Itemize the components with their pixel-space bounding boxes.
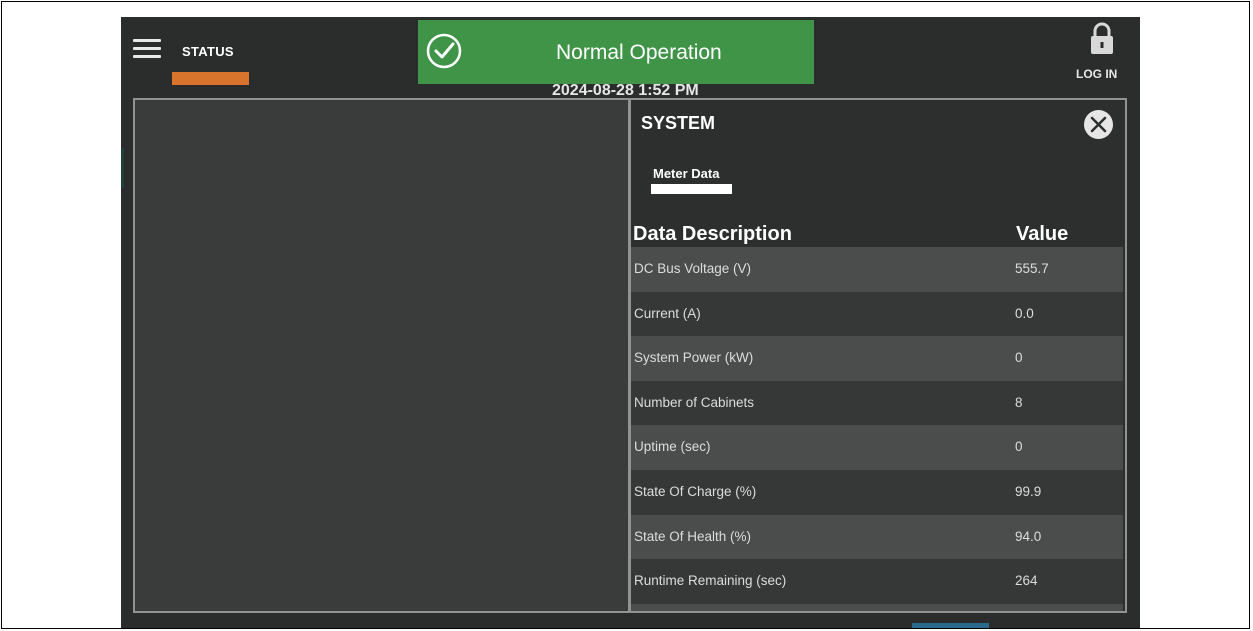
close-icon[interactable] xyxy=(1084,110,1113,139)
table-row: Uptime (sec) 0 xyxy=(631,425,1123,470)
row-description: Runtime Remaining (sec) xyxy=(634,573,787,589)
row-description: DC Bus Voltage (V) xyxy=(634,261,752,276)
row-value: 0.0 xyxy=(1015,305,1034,321)
table-row: State Of Charge (%) 99.9 xyxy=(631,469,1123,515)
datetime-display: 2024-08-28 1:52 PM xyxy=(552,82,699,95)
row-description: Current (A) xyxy=(634,305,701,321)
row-description: Number of Cabinets xyxy=(634,394,755,410)
row-description: State Of Charge (%) xyxy=(634,483,757,499)
tab-meter-data[interactable]: Meter Data xyxy=(653,166,719,181)
left-edge-accent xyxy=(121,148,124,188)
row-value: 94.0 xyxy=(1015,528,1042,544)
left-panel xyxy=(133,98,630,613)
row-value: 0 xyxy=(1015,439,1023,455)
system-panel: SYSTEM Meter Data Data Description Value… xyxy=(629,98,1127,613)
lock-icon[interactable] xyxy=(1089,22,1115,56)
meter-data-table: DC Bus Voltage (V) 555.7 Current (A) 0.0… xyxy=(631,247,1123,611)
hmi-screen: STATUS Normal Operation 2024-08-28 1:52 … xyxy=(121,17,1140,628)
table-row: Number of Cabinets 8 xyxy=(631,380,1123,426)
column-header-value: Value xyxy=(1016,223,1069,245)
status-banner-text: Normal Operation xyxy=(556,41,722,64)
row-value: 264 xyxy=(1015,573,1038,589)
row-value: 8 xyxy=(1015,394,1023,410)
row-description: Uptime (sec) xyxy=(634,439,711,455)
row-value: 99.9 xyxy=(1015,483,1042,499)
figure-frame: STATUS Normal Operation 2024-08-28 1:52 … xyxy=(1,1,1250,629)
tab-active-indicator xyxy=(651,184,732,194)
row-value: 555.7 xyxy=(1015,261,1049,276)
table-row: DC Bus Voltage (V) 555.7 xyxy=(631,247,1123,292)
table-row-partial xyxy=(631,603,1123,611)
table-row: Current (A) 0.0 xyxy=(631,291,1123,337)
panel-title: SYSTEM xyxy=(641,113,716,133)
hamburger-icon[interactable] xyxy=(133,39,161,59)
login-button[interactable]: LOG IN xyxy=(1076,67,1117,81)
row-description: System Power (kW) xyxy=(634,350,754,366)
status-tab-label[interactable]: STATUS xyxy=(182,44,234,59)
check-circle-icon xyxy=(426,33,462,69)
status-tab-indicator xyxy=(172,72,249,85)
column-header-description: Data Description xyxy=(633,223,792,245)
status-banner: Normal Operation xyxy=(418,20,814,84)
table-row: System Power (kW) 0 xyxy=(631,336,1123,381)
table-row: State Of Health (%) 94.0 xyxy=(631,514,1123,560)
table-row: Runtime Remaining (sec) 264 xyxy=(631,559,1123,604)
row-description: State Of Health (%) xyxy=(634,528,752,544)
row-value: 0 xyxy=(1015,350,1023,366)
bottom-nav-indicator xyxy=(912,623,989,628)
